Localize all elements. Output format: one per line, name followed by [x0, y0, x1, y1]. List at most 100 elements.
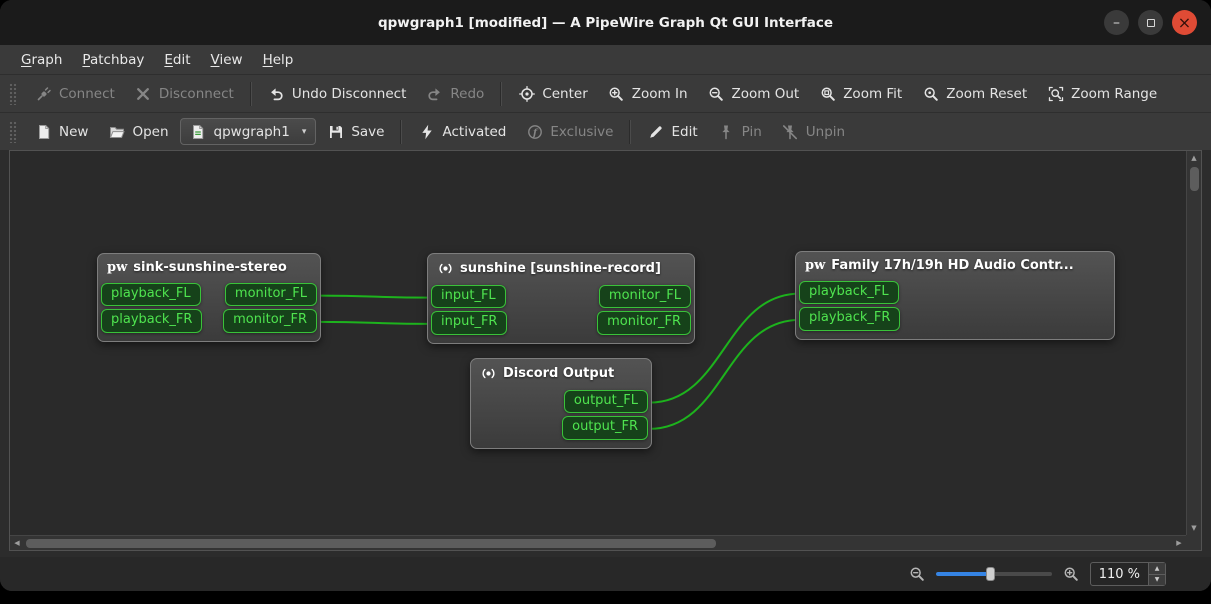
pw-logo-icon: pw — [805, 258, 826, 273]
zoom-in-button[interactable]: Zoom In — [599, 80, 697, 107]
node-header: pw sink-sunshine-stereo — [101, 260, 317, 283]
maximize-icon — [1146, 18, 1155, 27]
zoom-range-button[interactable]: Zoom Range — [1038, 80, 1166, 107]
toolbar-separator — [400, 119, 403, 144]
disconnect-icon — [135, 85, 152, 102]
spin-up-button[interactable]: ▲ — [1149, 563, 1165, 574]
menu-graph[interactable]: Graph — [12, 49, 71, 71]
port-discord-output-output_FL[interactable]: output_FL — [563, 390, 648, 414]
menubar: Graph Patchbay Edit View Help — [0, 45, 1211, 74]
zoom-out-small-icon[interactable] — [909, 566, 925, 582]
horizontal-scrollbar-thumb[interactable] — [26, 538, 716, 548]
pw-logo-icon: pw — [107, 260, 128, 275]
activated-button[interactable]: Activated — [409, 118, 515, 145]
new-icon — [35, 123, 52, 140]
vertical-scrollbar-thumb[interactable] — [1189, 167, 1199, 191]
port-sunshine-monitor_FL[interactable]: monitor_FL — [598, 285, 691, 309]
vertical-scrollbar[interactable]: ▲ ▼ — [1186, 151, 1201, 535]
open-label: Open — [132, 123, 169, 140]
scroll-up-icon[interactable]: ▲ — [1187, 151, 1201, 165]
qpwgraph1-label: qpwgraph1 — [213, 123, 290, 140]
node-sunshine[interactable]: sunshine [sunshine-record] input_FLmonito… — [427, 253, 695, 344]
node-family-hd-audio[interactable]: pw Family 17h/19h HD Audio Contr... playba… — [795, 251, 1115, 340]
scroll-left-icon[interactable]: ◀ — [10, 536, 24, 550]
port-row: output_FL — [474, 390, 648, 414]
port-sunshine-input_FL[interactable]: input_FL — [431, 285, 506, 309]
edit-button[interactable]: Edit — [638, 118, 706, 145]
port-sink-sunshine-stereo-playback_FL[interactable]: playback_FL — [101, 283, 201, 307]
activated-icon — [418, 123, 435, 140]
redo-button: Redo — [417, 80, 493, 107]
redo-icon — [426, 85, 443, 102]
dropdown-arrow-icon: ▾ — [301, 126, 307, 137]
window-controls: – × — [1104, 0, 1197, 45]
center-button[interactable]: Center — [509, 80, 596, 107]
toolbar-handle[interactable] — [9, 82, 17, 105]
port-sunshine-monitor_FR[interactable]: monitor_FR — [597, 311, 691, 335]
graph-canvas[interactable]: ▲ ▼ ◀ ▶ pw sink-sunshine-stereo playback_F… — [9, 150, 1202, 551]
port-row: output_FR — [474, 416, 648, 440]
zoom-range-label: Zoom Range — [1071, 85, 1158, 102]
node-sink-sunshine-stereo[interactable]: pw sink-sunshine-stereo playback_FLmonitor… — [97, 253, 321, 342]
connection-wire[interactable] — [317, 320, 433, 325]
zoom-in-icon — [608, 85, 625, 102]
exclusive-button: f Exclusive — [517, 118, 622, 145]
zoom-out-label: Zoom Out — [731, 85, 800, 102]
qpwgraph1-combo[interactable]: qpwgraph1 ▾ — [179, 118, 317, 145]
zoom-reset-icon — [922, 85, 939, 102]
scroll-down-icon[interactable]: ▼ — [1187, 521, 1201, 535]
scroll-right-icon[interactable]: ▶ — [1172, 536, 1186, 550]
open-button[interactable]: Open — [99, 118, 177, 145]
connection-wire[interactable] — [317, 294, 433, 299]
disconnect-button: Disconnect — [126, 80, 243, 107]
minimize-button[interactable]: – — [1104, 10, 1129, 35]
zoom-in-label: Zoom In — [631, 85, 688, 102]
exclusive-label: Exclusive — [550, 123, 614, 140]
zoom-slider[interactable] — [935, 565, 1052, 583]
spin-down-button[interactable]: ▼ — [1149, 573, 1165, 585]
zoom-value: 110 % — [1098, 566, 1140, 582]
toolbar-handle[interactable] — [9, 120, 17, 143]
port-sink-sunshine-stereo-monitor_FL[interactable]: monitor_FL — [224, 283, 317, 307]
zoom-spinbox[interactable]: 110 % ▲ ▼ — [1089, 562, 1166, 586]
save-icon — [327, 123, 344, 140]
node-discord-output[interactable]: Discord Output output_FL output_FR — [470, 358, 652, 449]
zoom-slider-handle[interactable] — [986, 567, 996, 581]
connect-icon — [35, 85, 52, 102]
pin-button: Pin — [709, 118, 771, 145]
zoom-fit-button[interactable]: Zoom Fit — [810, 80, 911, 107]
horizontal-scrollbar[interactable]: ◀ ▶ — [10, 535, 1186, 550]
port-sink-sunshine-stereo-playback_FR[interactable]: playback_FR — [101, 309, 203, 333]
menu-patchbay[interactable]: Patchbay — [73, 49, 153, 71]
zoom-fit-icon — [819, 85, 836, 102]
zoom-out-button[interactable]: Zoom Out — [699, 80, 809, 107]
zoom-reset-button[interactable]: Zoom Reset — [913, 80, 1036, 107]
scrollbar-corner — [1186, 535, 1201, 550]
menu-edit[interactable]: Edit — [155, 49, 199, 71]
statusbar: 110 % ▲ ▼ — [0, 557, 1211, 591]
maximize-button[interactable] — [1138, 10, 1163, 35]
zoom-reset-label: Zoom Reset — [946, 85, 1028, 102]
zoom-in-small-icon[interactable] — [1063, 566, 1079, 582]
pin-icon — [718, 123, 735, 140]
save-button[interactable]: Save — [318, 118, 393, 145]
port-sink-sunshine-stereo-monitor_FR[interactable]: monitor_FR — [223, 309, 317, 333]
new-button[interactable]: New — [26, 118, 97, 145]
port-row: playback_FR — [799, 307, 1111, 331]
window-title: qpwgraph1 [modified] — A PipeWire Graph … — [377, 14, 834, 31]
menu-view[interactable]: View — [202, 49, 252, 71]
edit-label: Edit — [671, 123, 698, 140]
edit-icon — [647, 123, 664, 140]
node-title: Family 17h/19h HD Audio Contr... — [831, 258, 1074, 273]
port-discord-output-output_FR[interactable]: output_FR — [562, 416, 648, 440]
port-sunshine-input_FR[interactable]: input_FR — [431, 311, 508, 335]
menu-help[interactable]: Help — [254, 49, 303, 71]
close-button[interactable]: × — [1172, 10, 1197, 35]
titlebar[interactable]: qpwgraph1 [modified] — A PipeWire Graph … — [0, 0, 1211, 45]
port-family-hd-audio-playback_FL[interactable]: playback_FL — [799, 281, 899, 305]
connections-layer — [317, 292, 801, 430]
undo-disconnect-button[interactable]: Undo Disconnect — [259, 80, 416, 107]
disconnect-label: Disconnect — [158, 85, 234, 102]
node-header: sunshine [sunshine-record] — [431, 260, 691, 285]
port-family-hd-audio-playback_FR[interactable]: playback_FR — [799, 307, 901, 331]
